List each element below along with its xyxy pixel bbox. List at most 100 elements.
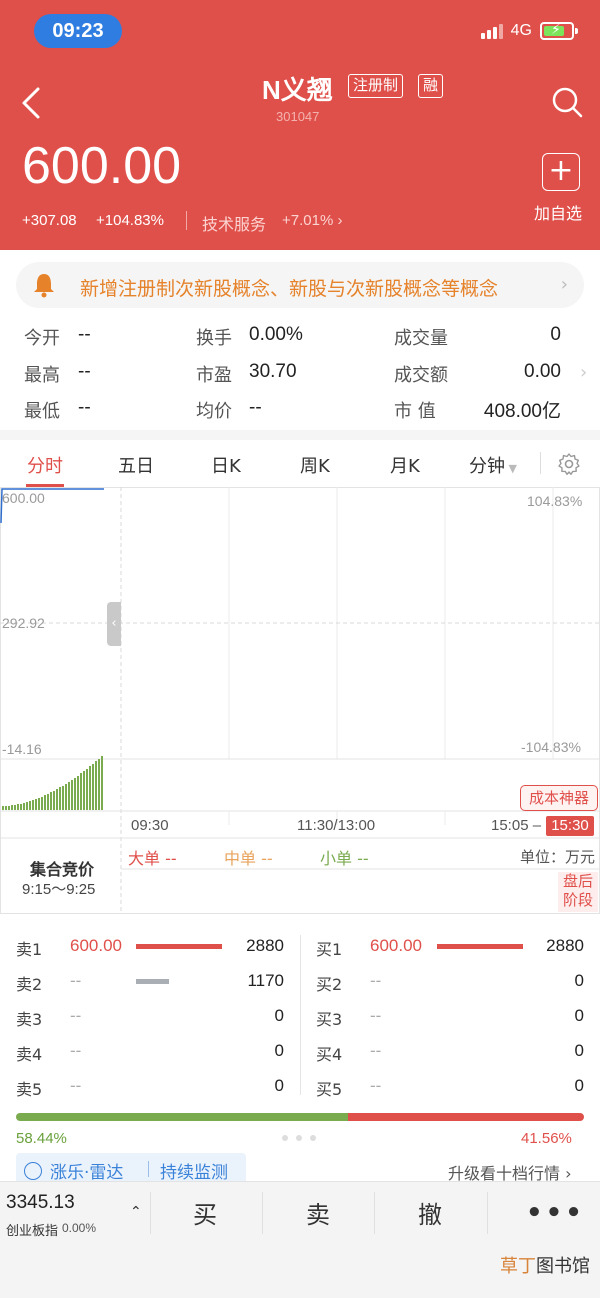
divider bbox=[540, 452, 541, 474]
volume-bar bbox=[65, 784, 67, 810]
sell-depth-bar bbox=[136, 944, 222, 949]
stat-high-label: 最高 bbox=[24, 365, 60, 386]
buy-level-label: 买5 bbox=[316, 1080, 343, 1099]
add-watchlist-label[interactable]: 加自选 bbox=[534, 200, 582, 224]
tab-monthly-k[interactable]: 月K bbox=[390, 452, 420, 478]
tab-daily-k[interactable]: 日K bbox=[211, 452, 241, 478]
volume-bar bbox=[89, 766, 91, 810]
ratio-red bbox=[347, 1113, 584, 1121]
section-divider bbox=[0, 430, 600, 440]
monitor-label[interactable]: 持续监测 bbox=[160, 1158, 228, 1183]
tab-minute[interactable]: 分钟 ▼ bbox=[469, 452, 517, 478]
buy-level-price: 600.00 bbox=[370, 936, 422, 955]
sell-level-price: -- bbox=[70, 1076, 82, 1095]
cancel-button[interactable]: 撤 bbox=[418, 1195, 442, 1230]
volume-bar bbox=[53, 791, 55, 810]
volume-bar bbox=[20, 804, 22, 810]
axis-pct-bottom: -104.83% bbox=[521, 739, 581, 755]
stock-header: 09:23 4G ⚡ N义翘 注册制 融 301047 600.00 +307.… bbox=[0, 0, 600, 250]
time-label-late: 15:05 – bbox=[491, 817, 542, 834]
concept-notice[interactable]: 新增注册制次新股概念、新股与次新股概念等概念 › bbox=[16, 262, 584, 308]
intraday-chart[interactable] bbox=[0, 487, 600, 914]
volume-bar bbox=[68, 782, 70, 810]
buy-level-label: 买2 bbox=[316, 975, 343, 994]
volume-bar bbox=[26, 802, 28, 810]
volume-bar bbox=[62, 786, 64, 810]
buy-level-volume: 0 bbox=[574, 1041, 584, 1060]
auction-volume-bars bbox=[2, 756, 103, 810]
signal-icon bbox=[480, 23, 503, 39]
auction-time: 9:15～9:25 bbox=[22, 881, 96, 898]
buy-level-price: -- bbox=[370, 1076, 382, 1095]
current-price: 600.00 bbox=[22, 137, 182, 195]
sell-button[interactable]: 卖 bbox=[306, 1195, 330, 1230]
flow-large: 大单 -- bbox=[128, 849, 177, 868]
unit-label: 单位：万元 bbox=[520, 848, 596, 866]
buy-button[interactable]: 买 bbox=[193, 1195, 217, 1230]
stat-turnover-value: 0.00% bbox=[249, 324, 303, 345]
radar-monitor-bar[interactable]: 涨乐·雷达 持续监测 bbox=[16, 1153, 246, 1183]
after-hours-button[interactable]: 盘后阶段 bbox=[558, 872, 598, 912]
buy-level-label: 买3 bbox=[316, 1010, 343, 1029]
chevron-up-icon[interactable]: ⌃ bbox=[130, 1204, 142, 1220]
volume-bar bbox=[32, 800, 34, 810]
flow-mid: 中单 -- bbox=[224, 849, 273, 868]
buy-sell-ratio-bar bbox=[16, 1113, 584, 1121]
status-icons: 4G ⚡ bbox=[480, 22, 578, 40]
index-value[interactable]: 3345.13 bbox=[6, 1192, 75, 1214]
volume-bar bbox=[56, 789, 58, 810]
volume-bar bbox=[98, 759, 100, 810]
divider bbox=[148, 1161, 149, 1177]
sell-level-price: -- bbox=[70, 971, 82, 990]
tab-five-day[interactable]: 五日 bbox=[118, 452, 154, 478]
bell-icon bbox=[34, 274, 54, 298]
sell-level-volume: 0 bbox=[274, 1041, 284, 1060]
buy-level-volume: 2880 bbox=[546, 936, 584, 955]
volume-bar bbox=[41, 797, 43, 810]
more-button[interactable]: ••• bbox=[526, 1198, 585, 1228]
margin-tag: 融 bbox=[418, 74, 444, 98]
sell-level-label: 卖3 bbox=[16, 1010, 43, 1029]
volume-bar bbox=[83, 771, 85, 810]
ratio-left: 58.44% bbox=[16, 1130, 67, 1147]
buy-level-price: -- bbox=[370, 1006, 382, 1025]
tab-weekly-k[interactable]: 周K bbox=[300, 452, 330, 478]
volume-bar bbox=[101, 756, 103, 810]
volume-bar bbox=[5, 806, 7, 810]
chevron-right-icon: › bbox=[560, 274, 568, 295]
sector-change[interactable]: +7.01% › bbox=[282, 212, 342, 229]
add-watchlist-button[interactable]: + bbox=[542, 153, 580, 191]
back-arrow-icon[interactable] bbox=[18, 86, 46, 120]
axis-pct-top: 104.83% bbox=[527, 493, 583, 509]
radar-label[interactable]: 涨乐·雷达 bbox=[50, 1158, 123, 1183]
volume-bar bbox=[38, 798, 40, 810]
volume-bar bbox=[35, 799, 37, 810]
stat-open-label: 今开 bbox=[24, 328, 60, 349]
gear-icon[interactable] bbox=[557, 452, 581, 476]
volume-bar bbox=[95, 761, 97, 810]
buy-level-label: 买4 bbox=[316, 1045, 343, 1064]
stat-amount-label: 成交额 bbox=[394, 365, 448, 386]
sell-level-volume: 0 bbox=[274, 1006, 284, 1025]
collapse-handle[interactable]: ‹ bbox=[107, 602, 121, 646]
tab-intraday[interactable]: 分时 bbox=[27, 452, 63, 478]
divider bbox=[487, 1192, 488, 1234]
price-change: +307.08 bbox=[22, 212, 77, 229]
buy-level-volume: 0 bbox=[574, 971, 584, 990]
axis-price-bottom: -14.16 bbox=[2, 741, 42, 757]
notice-text: 新增注册制次新股概念、新股与次新股概念等概念 bbox=[80, 278, 499, 300]
stock-code: 301047 bbox=[276, 109, 320, 124]
sector-link[interactable]: 技术服务 bbox=[202, 211, 266, 235]
stat-high-value: -- bbox=[78, 361, 91, 382]
registration-tag: 注册制 bbox=[348, 74, 404, 98]
stat-avg-value: -- bbox=[249, 397, 262, 418]
search-icon[interactable] bbox=[551, 86, 583, 118]
chevron-right-icon[interactable]: › bbox=[580, 362, 587, 383]
sell-level-volume: 2880 bbox=[246, 936, 284, 955]
cost-tool-button[interactable]: 成本神器 bbox=[520, 785, 598, 811]
index-name: 创业板指 bbox=[6, 1224, 59, 1239]
divider bbox=[150, 1192, 151, 1234]
volume-bar bbox=[59, 787, 61, 810]
volume-bar bbox=[74, 778, 76, 810]
buy-level-volume: 0 bbox=[574, 1006, 584, 1025]
